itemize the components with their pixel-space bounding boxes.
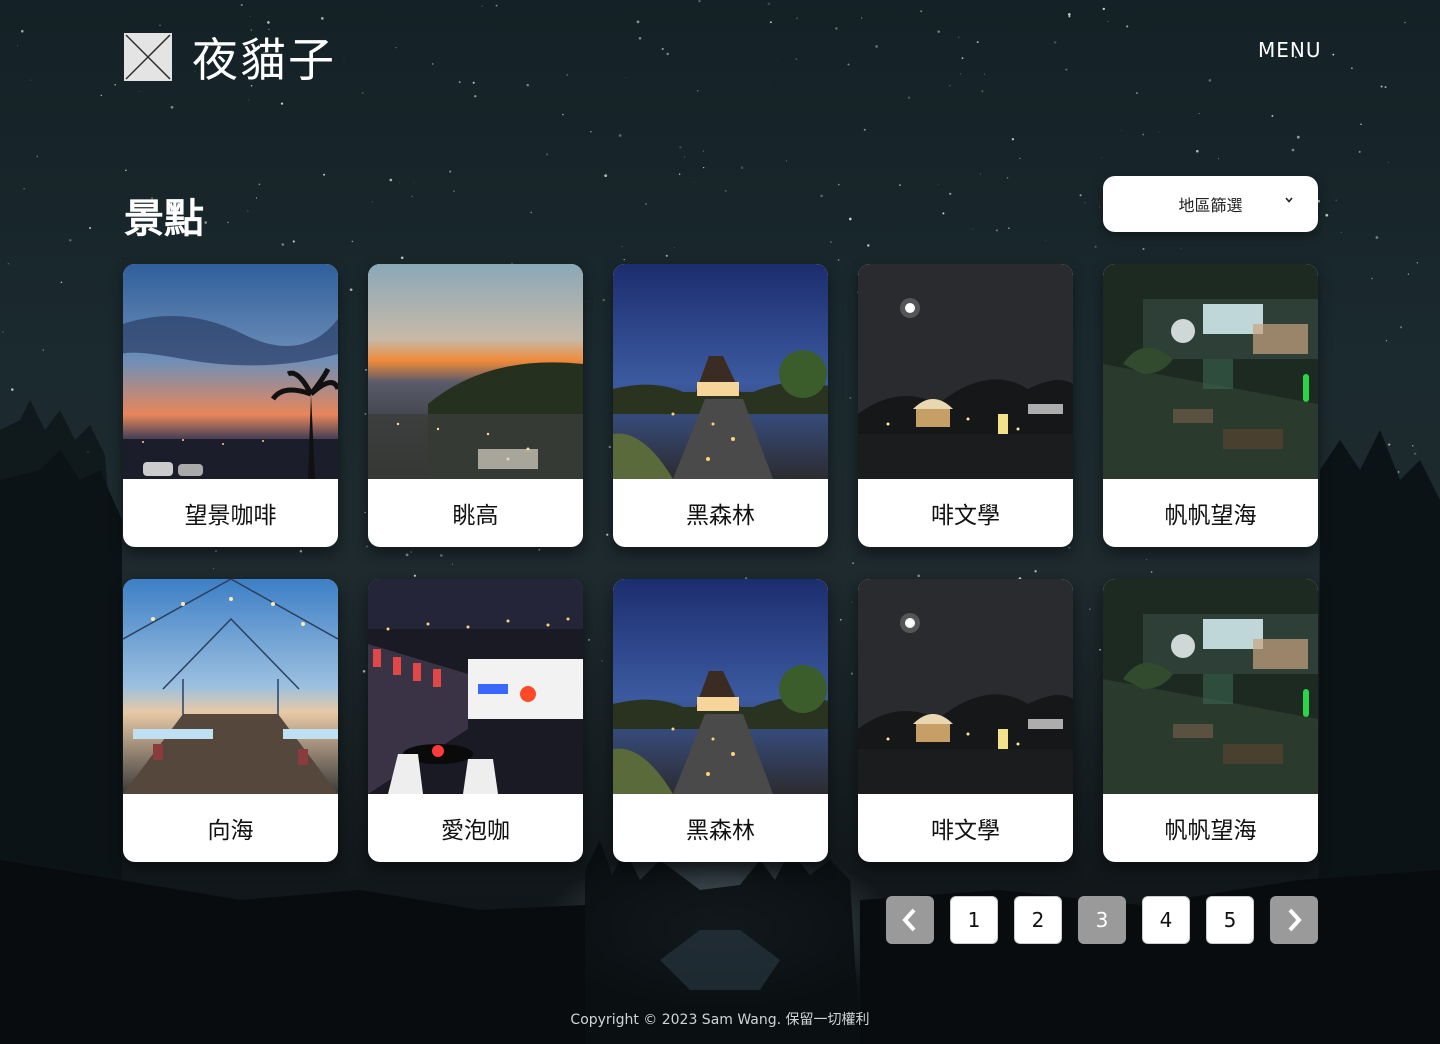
attraction-name: 啡文學 bbox=[931, 503, 1000, 529]
attraction-name: 黑森林 bbox=[686, 818, 755, 844]
region-filter-select[interactable]: 地區篩選 bbox=[1103, 176, 1318, 232]
attraction-card[interactable]: 向海 bbox=[123, 579, 338, 862]
attraction-photo bbox=[858, 264, 1073, 479]
chevron-down-icon bbox=[1285, 197, 1293, 203]
footer-copyright: Copyright © 2023 Sam Wang. 保留一切權利 bbox=[570, 1012, 870, 1028]
attraction-name: 啡文學 bbox=[931, 818, 1000, 844]
attraction-photo bbox=[613, 264, 828, 479]
attraction-photo bbox=[1103, 579, 1318, 794]
logo-mark-icon bbox=[124, 33, 172, 81]
attraction-photo bbox=[613, 579, 828, 794]
attraction-name: 愛泡咖 bbox=[441, 818, 510, 844]
attraction-photo bbox=[368, 264, 583, 479]
attraction-name: 向海 bbox=[207, 818, 254, 844]
region-filter-label: 地區篩選 bbox=[1178, 196, 1243, 215]
attraction-photo bbox=[858, 579, 1073, 794]
page-button-1[interactable]: 1 bbox=[950, 896, 998, 944]
prev-page-button[interactable] bbox=[886, 896, 934, 944]
chevron-left-icon bbox=[902, 908, 916, 932]
next-page-button[interactable] bbox=[1270, 896, 1318, 944]
page-button-3[interactable]: 3 bbox=[1078, 896, 1126, 944]
attraction-photo bbox=[1103, 264, 1318, 479]
page-button-2[interactable]: 2 bbox=[1014, 896, 1062, 944]
logo-text: 夜貓子 bbox=[192, 33, 336, 87]
attraction-photo bbox=[123, 579, 338, 794]
attraction-name: 帆帆望海 bbox=[1164, 818, 1257, 844]
attraction-name: 望景咖啡 bbox=[184, 503, 277, 529]
attraction-card[interactable]: 望景咖啡 bbox=[123, 264, 338, 547]
attraction-card[interactable]: 愛泡咖 bbox=[368, 579, 583, 862]
page-title: 景點 bbox=[124, 196, 204, 242]
attraction-name: 眺高 bbox=[452, 503, 499, 529]
attraction-card[interactable]: 帆帆望海 bbox=[1103, 264, 1318, 547]
site-logo[interactable]: 夜貓子 bbox=[124, 24, 336, 90]
attraction-card[interactable]: 啡文學 bbox=[858, 264, 1073, 547]
attraction-card[interactable]: 啡文學 bbox=[858, 579, 1073, 862]
attraction-card[interactable]: 黑森林 bbox=[613, 579, 828, 862]
attraction-photo bbox=[123, 264, 338, 479]
page-button-5[interactable]: 5 bbox=[1206, 896, 1254, 944]
attraction-name: 帆帆望海 bbox=[1164, 503, 1257, 529]
attraction-card[interactable]: 帆帆望海 bbox=[1103, 579, 1318, 862]
attraction-name: 黑森林 bbox=[686, 503, 755, 529]
menu-button[interactable]: MENU bbox=[1258, 38, 1322, 62]
attraction-photo bbox=[368, 579, 583, 794]
page-button-4[interactable]: 4 bbox=[1142, 896, 1190, 944]
chevron-right-icon bbox=[1288, 908, 1302, 932]
attraction-card[interactable]: 黑森林 bbox=[613, 264, 828, 547]
attraction-card[interactable]: 眺高 bbox=[368, 264, 583, 547]
